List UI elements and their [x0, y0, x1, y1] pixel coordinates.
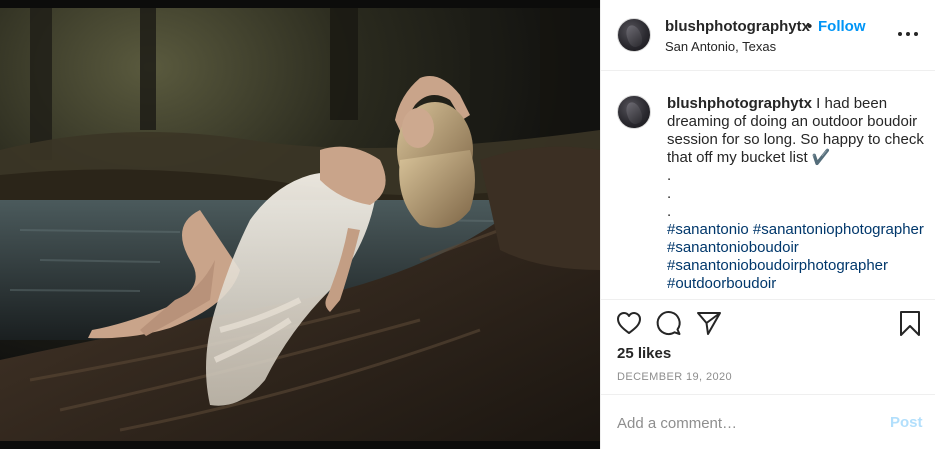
caption-hashtag-line[interactable]: #outdoorboudoir — [667, 275, 929, 293]
author-username[interactable]: blushphotographytx — [665, 18, 810, 35]
bookmark-icon[interactable] — [896, 309, 924, 337]
post-location[interactable]: San Antonio, Texas — [665, 39, 776, 54]
comment-icon[interactable] — [655, 309, 683, 337]
post-header: blushphotographytx • Follow San Antonio,… — [601, 0, 935, 71]
caption-hashtag-line[interactable]: #sanantonioboudoirphotographer — [667, 257, 929, 275]
likes-count[interactable]: 25 likes — [617, 345, 671, 362]
post-date[interactable]: DECEMBER 19, 2020 — [617, 371, 732, 383]
caption-username[interactable]: blushphotographytx — [667, 95, 812, 112]
follow-button[interactable]: Follow — [818, 18, 866, 35]
post-sidebar: blushphotographytx • Follow San Antonio,… — [600, 0, 935, 449]
post-comment-button[interactable]: Post — [890, 414, 923, 431]
comment-input[interactable] — [617, 413, 867, 433]
caption-dot: . — [667, 203, 672, 220]
author-avatar[interactable] — [617, 18, 651, 52]
caption-text-block: blushphotographytx I had been dreaming o… — [667, 95, 929, 293]
post-dialog: blushphotographytx • Follow San Antonio,… — [0, 0, 935, 449]
caption-hashtag-line[interactable]: #sanantonioboudoir — [667, 239, 929, 257]
more-options-icon[interactable] — [897, 25, 921, 43]
comment-bar: Post — [601, 394, 935, 449]
caption-author-avatar[interactable] — [617, 95, 651, 129]
photo-illustration — [0, 0, 600, 449]
caption-dot: . — [667, 185, 672, 202]
caption-hashtag-line[interactable]: #sanantonio #sanantoniophotographer — [667, 221, 929, 239]
caption-dot: . — [667, 167, 672, 184]
send-icon[interactable] — [695, 309, 723, 337]
heart-icon[interactable] — [615, 309, 643, 337]
post-caption: blushphotographytx I had been dreaming o… — [601, 71, 935, 300]
photo-bottom-band — [0, 441, 600, 449]
header-separator: • — [807, 18, 813, 35]
photo-top-band — [0, 0, 600, 8]
post-photo[interactable] — [0, 0, 600, 449]
post-actions — [601, 309, 935, 341]
